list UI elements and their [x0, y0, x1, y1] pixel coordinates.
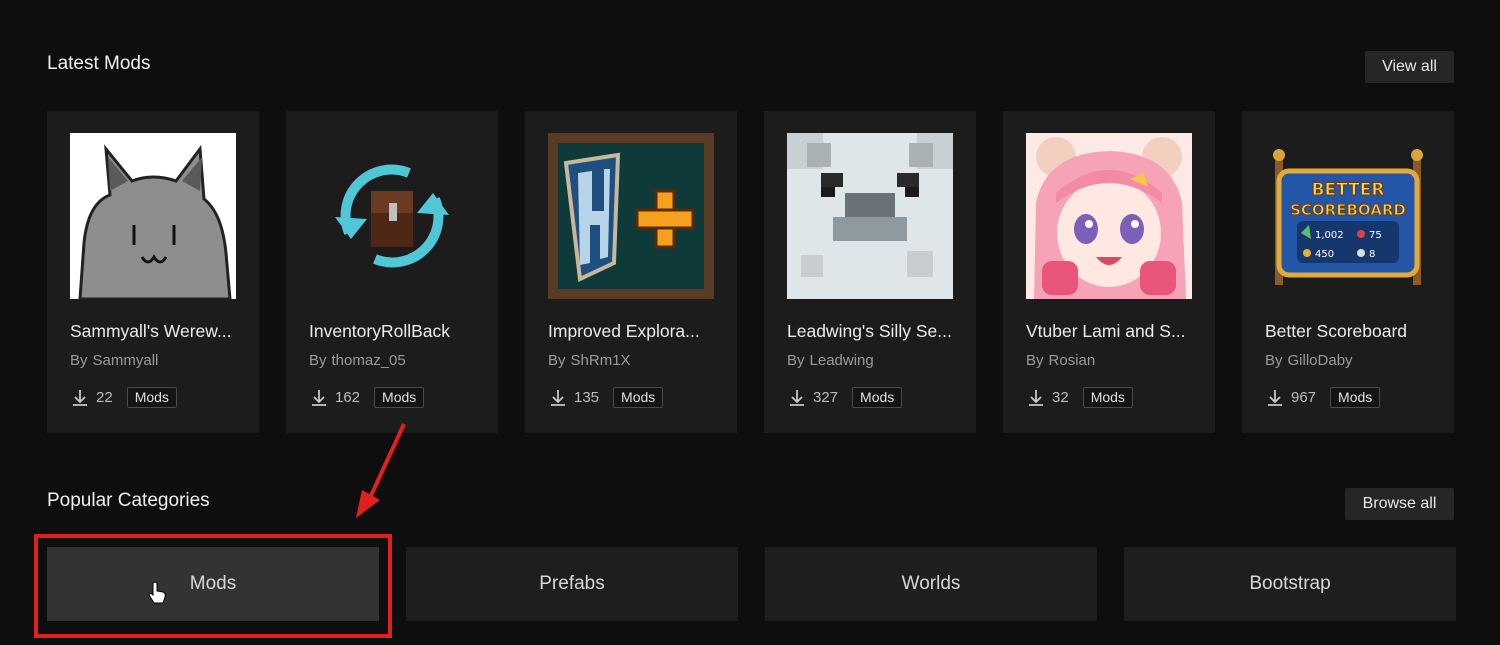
download-count: 967 — [1291, 389, 1317, 406]
mod-author: By thomaz_05 — [309, 352, 406, 369]
mod-card[interactable]: Improved Explora... By ShRm1X 135 Mods — [525, 111, 737, 433]
category-tag[interactable]: Mods — [126, 387, 177, 408]
logo-line2: SCOREBOARD — [1290, 201, 1406, 219]
download-icon — [551, 389, 565, 406]
category-worlds[interactable]: Worlds — [765, 547, 1097, 621]
download-count: 22 — [96, 389, 113, 406]
anime-girl-image — [1026, 133, 1192, 299]
author-name[interactable]: Rosian — [1049, 352, 1096, 369]
author-prefix: By — [1026, 352, 1044, 369]
logo-stat2: 75 — [1369, 230, 1382, 241]
author-name[interactable]: GilloDaby — [1288, 352, 1353, 369]
mod-title[interactable]: Improved Explora... — [548, 321, 728, 342]
pixel-seal-image — [787, 133, 953, 299]
mod-author: By ShRm1X — [548, 352, 631, 369]
chest-refresh-image — [309, 133, 475, 299]
mod-card[interactable]: InventoryRollBack By thomaz_05 162 Mods — [286, 111, 498, 433]
werewolf-cat-image — [70, 133, 236, 299]
annotation-highlight-box — [34, 534, 392, 638]
author-prefix: By — [309, 352, 327, 369]
logo-stat4: 8 — [1369, 249, 1375, 260]
category-label: Bootstrap — [1249, 573, 1331, 594]
category-tag[interactable]: Mods — [613, 387, 664, 408]
mod-thumbnail — [1026, 133, 1192, 299]
mod-author: By Rosian — [1026, 352, 1095, 369]
mod-title[interactable]: InventoryRollBack — [309, 321, 489, 342]
mod-meta: 162 Mods — [309, 387, 425, 408]
popular-categories-heading: Popular Categories — [47, 490, 210, 511]
mod-thumbnail — [70, 133, 236, 299]
mod-meta: 135 Mods — [548, 387, 664, 408]
mod-meta: 967 Mods — [1265, 387, 1381, 408]
mod-title[interactable]: Better Scoreboard — [1265, 321, 1445, 342]
logo-stat3: 450 — [1315, 249, 1334, 260]
page: Latest Mods View all Sammyall's Werew...… — [0, 0, 1500, 645]
author-name[interactable]: Sammyall — [93, 352, 159, 369]
download-icon — [1268, 389, 1282, 406]
mod-card[interactable]: Vtuber Lami and S... By Rosian 32 Mods — [1003, 111, 1215, 433]
author-name[interactable]: ShRm1X — [571, 352, 631, 369]
mod-meta: 32 Mods — [1026, 387, 1133, 408]
mod-meta: 22 Mods — [70, 387, 177, 408]
mod-meta: 327 Mods — [787, 387, 903, 408]
category-prefabs[interactable]: Prefabs — [406, 547, 738, 621]
mod-card[interactable]: BETTER SCOREBOARD 1,002 75 450 8 Better … — [1242, 111, 1454, 433]
download-count: 135 — [574, 389, 600, 406]
mod-thumbnail — [787, 133, 953, 299]
category-tag[interactable]: Mods — [374, 387, 425, 408]
download-count: 32 — [1052, 389, 1069, 406]
author-name[interactable]: Leadwing — [810, 352, 874, 369]
author-prefix: By — [548, 352, 566, 369]
mod-title[interactable]: Sammyall's Werew... — [70, 321, 250, 342]
browse-all-button[interactable]: Browse all — [1345, 488, 1454, 520]
mod-thumbnail — [309, 133, 475, 299]
download-icon — [73, 389, 87, 406]
mod-title[interactable]: Vtuber Lami and S... — [1026, 321, 1206, 342]
logo-stat1: 1,002 — [1315, 230, 1344, 241]
mod-author: By Leadwing — [787, 352, 874, 369]
author-prefix: By — [787, 352, 805, 369]
category-label: Worlds — [901, 573, 961, 594]
latest-mods-list: Sammyall's Werew... By Sammyall 22 Mods — [47, 111, 1454, 433]
category-tag[interactable]: Mods — [1330, 387, 1381, 408]
author-name[interactable]: thomaz_05 — [332, 352, 406, 369]
annotation-arrow-icon — [356, 423, 406, 518]
mod-author: By GilloDaby — [1265, 352, 1353, 369]
download-icon — [312, 389, 326, 406]
view-all-button[interactable]: View all — [1365, 51, 1454, 83]
mod-card[interactable]: Leadwing's Silly Se... By Leadwing 327 Mo… — [764, 111, 976, 433]
h-plus-image — [548, 133, 714, 299]
download-count: 327 — [813, 389, 839, 406]
author-prefix: By — [1265, 352, 1283, 369]
logo-line1: BETTER — [1312, 180, 1385, 200]
mod-thumbnail — [548, 133, 714, 299]
category-bootstrap[interactable]: Bootstrap — [1124, 547, 1456, 621]
latest-mods-heading: Latest Mods — [47, 53, 151, 74]
download-icon — [1029, 389, 1043, 406]
category-tag[interactable]: Mods — [852, 387, 903, 408]
mod-thumbnail: BETTER SCOREBOARD 1,002 75 450 8 — [1265, 133, 1431, 299]
category-tag[interactable]: Mods — [1082, 387, 1133, 408]
category-label: Prefabs — [539, 573, 605, 594]
mod-author: By Sammyall — [70, 352, 158, 369]
mod-title[interactable]: Leadwing's Silly Se... — [787, 321, 967, 342]
better-scoreboard-image: BETTER SCOREBOARD 1,002 75 450 8 — [1265, 133, 1431, 299]
download-icon — [790, 389, 804, 406]
download-count: 162 — [335, 389, 361, 406]
mod-card[interactable]: Sammyall's Werew... By Sammyall 22 Mods — [47, 111, 259, 433]
author-prefix: By — [70, 352, 88, 369]
